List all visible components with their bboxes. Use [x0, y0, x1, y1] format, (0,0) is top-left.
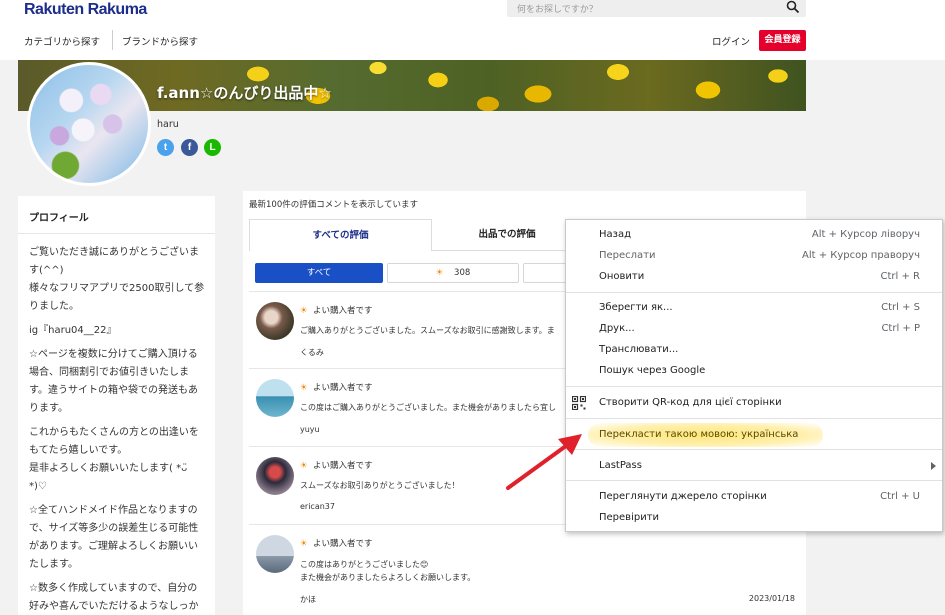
menu-item-create-qr[interactable]: Створити QR-код для цієї сторінки — [566, 393, 942, 413]
nav-brand-link[interactable]: ブランドから探す — [122, 34, 198, 48]
sun-icon: ☀ — [300, 306, 308, 316]
context-menu: Назад Alt + Курсор ліворуч Переслати Alt +… — [565, 219, 943, 532]
profile-paragraph: これからもたくさんの方との出逢いをもてたら嬉しいです。 是非よろしくお願いいたし… — [29, 427, 199, 492]
nav-category-link[interactable]: カテゴリから探す — [24, 34, 100, 48]
filter-good-button[interactable]: ☀ 308 — [387, 263, 519, 283]
shop-username: haru — [157, 119, 179, 130]
register-button[interactable]: 会員登録 — [759, 30, 806, 51]
review-rating: ☀ よい購入者です — [300, 539, 373, 549]
twitter-icon[interactable]: t — [157, 139, 174, 156]
profile-paragraph: ☆数多く作成していますので、自分の好みや喜んでいただけるようなしっかりした商品を… — [29, 583, 199, 612]
sun-icon: ☀ — [435, 268, 444, 278]
menu-separator — [566, 480, 942, 481]
review-text: スムーズなお取引ありがとうございました！ — [300, 481, 460, 490]
reviewer-name[interactable]: yuyu — [300, 425, 320, 434]
review-text: この度はご購入ありがとうございました。また機会がありましたら宜し — [300, 403, 556, 412]
sun-icon: ☀ — [300, 539, 308, 549]
reviewer-avatar[interactable] — [256, 535, 294, 573]
menu-item-print[interactable]: Друк... Ctrl + P — [566, 319, 942, 339]
menu-item-search-google[interactable]: Пошук через Google — [566, 361, 942, 381]
submenu-arrow-icon — [931, 462, 936, 470]
qr-code-icon — [572, 396, 586, 410]
tab-all-reviews[interactable]: すべての評価 — [249, 219, 432, 251]
reviewer-avatar[interactable] — [256, 302, 294, 340]
shop-title: f.ann☆のんびり出品中☆ — [157, 84, 332, 102]
menu-item-view-source[interactable]: Переглянути джерело сторінки Ctrl + U — [566, 487, 942, 507]
review-text: ご購入ありがとうございました。スムーズなお取引に感謝致します。ま — [300, 326, 555, 335]
review-rating: ☀ よい購入者です — [300, 461, 373, 471]
line-icon[interactable]: L — [204, 139, 221, 156]
site-header: Rakuten Rakuma 何をお探しですか？ カテゴリから探す ブランドから… — [0, 0, 945, 60]
menu-separator — [566, 449, 942, 450]
reviewer-name[interactable]: erican37 — [300, 502, 335, 511]
profile-text: ご覧いただき誠にありがとうございます(^^) 様々なフリマアプリで2500取引し… — [18, 234, 215, 615]
sun-icon: ☀ — [300, 461, 308, 471]
tab-selling-reviews[interactable]: 出品での評価 — [432, 219, 582, 251]
reviewer-avatar[interactable] — [256, 457, 294, 495]
annotation-arrow-icon — [506, 434, 582, 490]
menu-separator — [566, 386, 942, 387]
review-date: 2023/01/18 — [748, 594, 795, 603]
menu-item-translate[interactable]: Перекласти такою мовою: українська — [566, 423, 942, 447]
search-placeholder: 何をお探しですか？ — [517, 5, 598, 15]
review-rating: ☀ よい購入者です — [300, 383, 373, 393]
menu-item-save-as[interactable]: Зберегти як... Ctrl + S — [566, 298, 942, 318]
profile-paragraph: ☆全てハンドメイド作品となりますので、サイズ等多少の誤差生じる可能性があります。… — [29, 505, 199, 570]
sun-icon: ☀ — [300, 383, 308, 393]
profile-heading: プロフィール — [18, 196, 215, 234]
review-rating: ☀ よい購入者です — [300, 306, 373, 316]
profile-paragraph: ig『haru04__22』 — [29, 325, 117, 336]
search-input[interactable]: 何をお探しですか？ — [507, 0, 806, 17]
filter-good-count: 308 — [454, 268, 471, 278]
menu-item-lastpass[interactable]: LastPass — [566, 456, 942, 476]
menu-item-reload[interactable]: Оновити Ctrl + R — [566, 267, 942, 287]
search-icon[interactable] — [786, 0, 800, 14]
menu-item-inspect[interactable]: Перевірити — [566, 508, 942, 528]
reviewer-avatar[interactable] — [256, 379, 294, 417]
site-logo[interactable]: Rakuten Rakuma — [24, 1, 147, 19]
profile-panel: プロフィール ご覧いただき誠にありがとうございます(^^) 様々なフリマアプリで… — [18, 196, 215, 615]
menu-item-forward[interactable]: Переслати Alt + Курсор праворуч — [566, 246, 942, 266]
menu-item-back[interactable]: Назад Alt + Курсор ліворуч — [566, 225, 942, 245]
facebook-icon[interactable]: f — [181, 139, 198, 156]
reviewer-name[interactable]: かほ — [300, 594, 316, 605]
menu-separator — [566, 418, 942, 419]
filter-all-button[interactable]: すべて — [255, 263, 383, 283]
review-item: ☀ よい購入者です この度はありがとうございました😊 また機会がありましたらよろ… — [249, 524, 799, 615]
menu-item-cast[interactable]: Транслювати... — [566, 340, 942, 360]
profile-paragraph: ☆ページを複数に分けてご購入頂ける場合、同梱割引でお値引きいたします。違うサイト… — [29, 349, 198, 414]
reviewer-name[interactable]: くるみ — [300, 347, 324, 358]
login-link[interactable]: ログイン — [712, 34, 750, 48]
nav-divider — [112, 30, 113, 50]
shop-avatar — [27, 62, 151, 186]
reviews-note: 最新100件の評価コメントを表示しています — [249, 200, 418, 210]
profile-paragraph: ご覧いただき誠にありがとうございます(^^) 様々なフリマアプリで2500取引し… — [29, 247, 205, 312]
menu-separator — [566, 292, 942, 293]
review-text: この度はありがとうございました😊 また機会がありましたらよろしくお願いします。 — [300, 560, 476, 582]
